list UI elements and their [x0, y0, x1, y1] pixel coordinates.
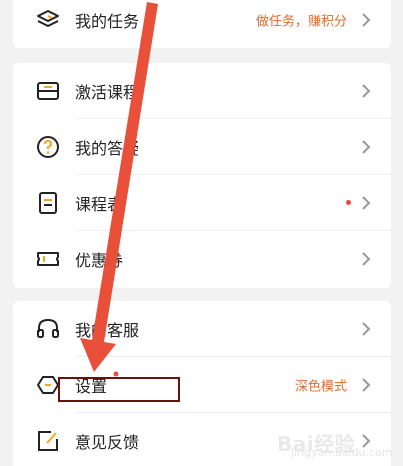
- chevron-right-icon: [361, 378, 371, 392]
- profile-menu-screen: 我的任务 做任务，赚积分 激活课程 我的答疑 课程表 优惠券 我的客服 设置 深…: [0, 0, 403, 466]
- menu-item-label: 课程表: [75, 195, 124, 214]
- menu-item-coupon[interactable]: 优惠券: [13, 231, 391, 287]
- question-circle-icon: [35, 134, 61, 160]
- notification-dot: [346, 200, 351, 205]
- menu-item-label: 优惠券: [75, 251, 124, 270]
- menu-item-my-qa[interactable]: 我的答疑: [13, 119, 391, 175]
- chevron-right-icon: [361, 13, 371, 27]
- coupon-icon: [35, 246, 61, 272]
- menu-group-tasks: 我的任务 做任务，赚积分: [13, 0, 391, 48]
- ticket-icon: [35, 78, 61, 104]
- chevron-right-icon: [361, 140, 371, 154]
- menu-item-label: 我的客服: [75, 321, 140, 340]
- menu-item-tasks[interactable]: 我的任务 做任务，赚积分: [13, 0, 391, 48]
- headset-icon: [35, 316, 61, 342]
- settings-highlight-box: [58, 377, 180, 402]
- menu-item-label: 我的任务: [75, 12, 140, 31]
- menu-item-label: 激活课程: [75, 83, 140, 102]
- menu-item-label: 意见反馈: [75, 433, 140, 452]
- menu-group-learning: 激活课程 我的答疑 课程表 优惠券: [13, 63, 391, 288]
- chevron-right-icon: [361, 196, 371, 210]
- menu-item-label: 我的答疑: [75, 139, 140, 158]
- chevron-right-icon: [361, 84, 371, 98]
- stack-layers-icon: [35, 7, 61, 33]
- menu-item-hint: 做任务，赚积分: [255, 14, 347, 30]
- watermark-url: jingyan.baidu.com: [291, 446, 393, 459]
- menu-item-schedule[interactable]: 课程表: [13, 175, 391, 231]
- watermark: Bai经验 jingyan.baidu.com: [277, 424, 393, 459]
- menu-item-customer-service[interactable]: 我的客服: [13, 301, 391, 357]
- menu-item-activate-course[interactable]: 激活课程: [13, 63, 391, 119]
- menu-item-hint: 深色模式: [294, 379, 347, 395]
- chevron-right-icon: [361, 322, 371, 336]
- chevron-right-icon: [361, 252, 371, 266]
- schedule-list-icon: [35, 190, 61, 216]
- edit-feedback-icon: [35, 428, 61, 454]
